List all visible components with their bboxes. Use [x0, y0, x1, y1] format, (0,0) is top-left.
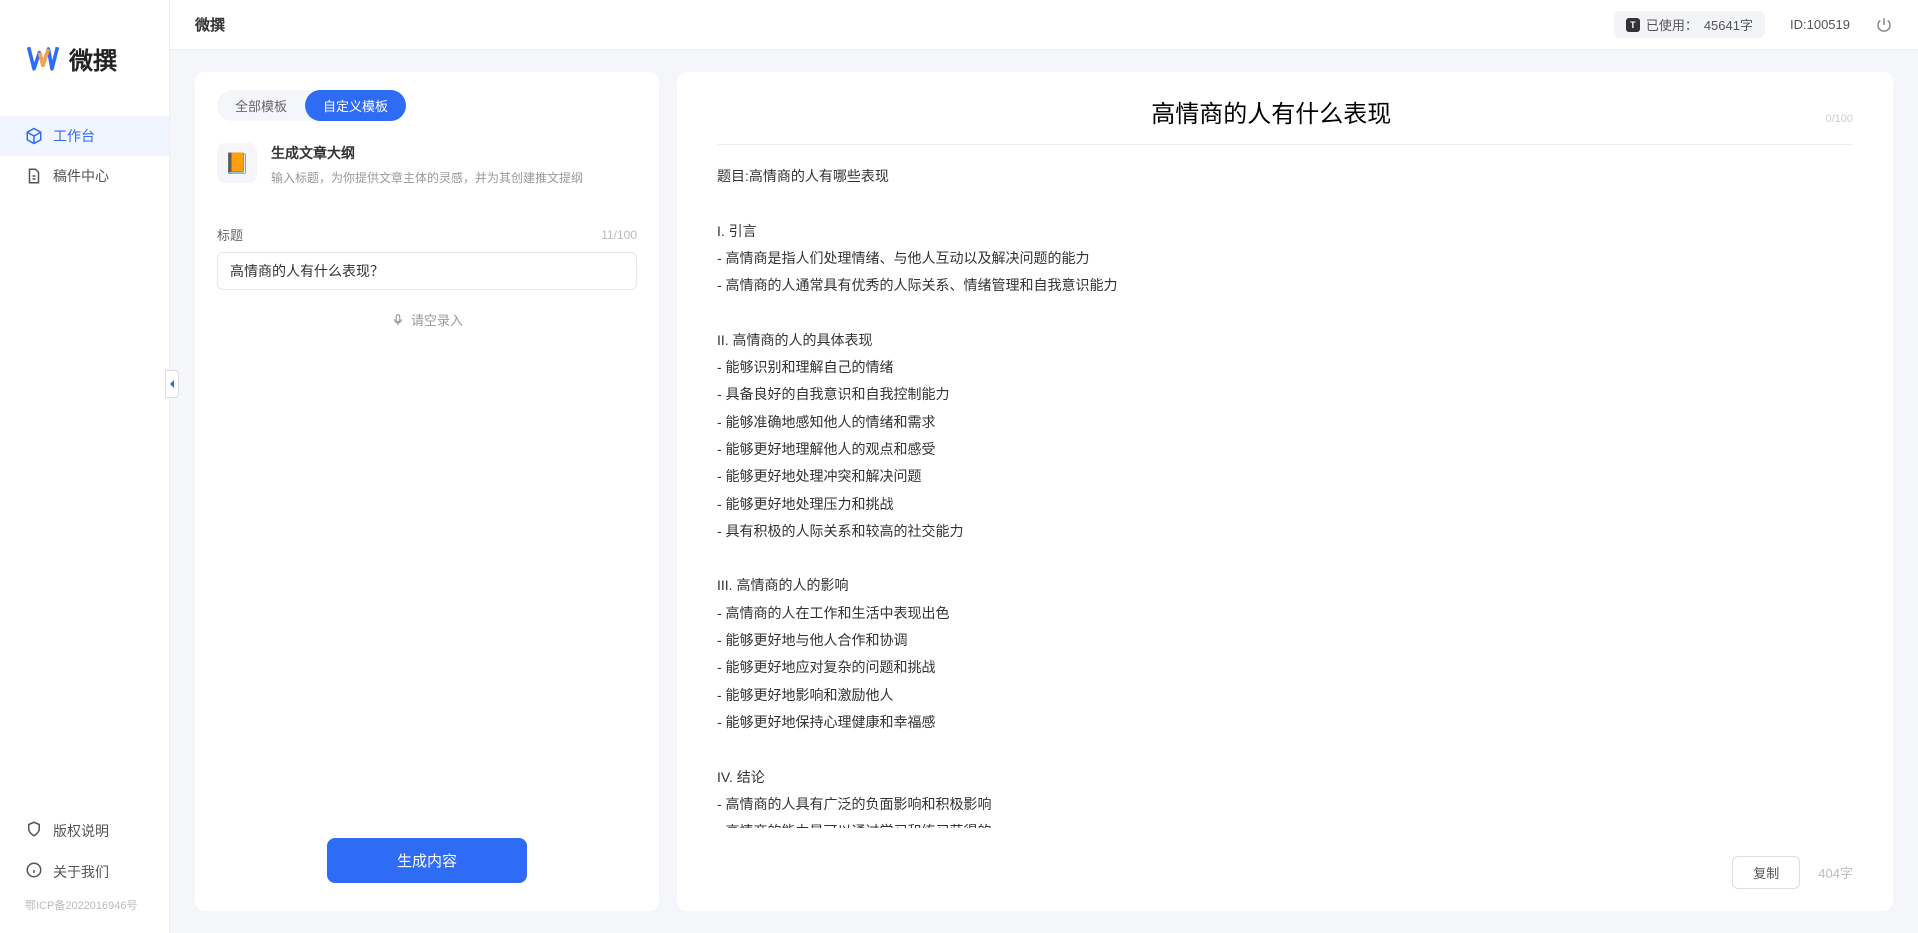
voice-input[interactable]: 请空录入 — [217, 310, 637, 329]
output-title: 高情商的人有什么表现 — [717, 94, 1825, 129]
text-icon: T — [1626, 18, 1640, 32]
logo-text: 微撰 — [69, 41, 117, 76]
power-icon[interactable] — [1875, 16, 1893, 34]
cube-icon — [25, 127, 43, 145]
output-footer: 复制 404字 — [717, 844, 1853, 889]
output-header: 高情商的人有什么表现 0/100 — [717, 94, 1853, 145]
footer-label: 关于我们 — [53, 862, 109, 882]
usage-badge[interactable]: T 已使用： 45641字 — [1614, 11, 1765, 38]
logo-icon — [25, 40, 61, 76]
title-label: 标题 — [217, 225, 243, 244]
template-desc: 输入标题，为你提供文章主体的灵感，并为其创建推文提纲 — [271, 169, 637, 187]
sidebar-collapse-handle[interactable] — [165, 370, 179, 398]
nav: 工作台 稿件中心 — [0, 106, 169, 800]
copy-button[interactable]: 复制 — [1732, 856, 1800, 889]
tab-all-templates[interactable]: 全部模板 — [217, 90, 305, 121]
sidebar: 微撰 工作台 稿件中心 版权说明 — [0, 0, 170, 933]
topbar-right: T 已使用： 45641字 ID:100519 — [1614, 11, 1893, 38]
output-top-count: 0/100 — [1825, 113, 1853, 125]
template-icon: 📙 — [217, 143, 257, 183]
shield-icon — [25, 820, 43, 841]
main: 微撰 T 已使用： 45641字 ID:100519 全部模板 自定义模板 📙 — [170, 0, 1918, 933]
page-title: 微撰 — [195, 14, 225, 35]
icp-text: 鄂ICP备2022016946号 — [0, 892, 169, 923]
sidebar-bottom: 版权说明 关于我们 鄂ICP备2022016946号 — [0, 800, 169, 933]
nav-label: 工作台 — [53, 126, 95, 146]
voice-label: 请空录入 — [411, 310, 463, 329]
title-char-count: 11/100 — [601, 228, 637, 242]
tab-custom-templates[interactable]: 自定义模板 — [305, 90, 406, 121]
usage-label: 已使用： — [1646, 15, 1698, 34]
chevron-left-icon — [168, 379, 176, 389]
content: 全部模板 自定义模板 📙 生成文章大纲 输入标题，为你提供文章主体的灵感，并为其… — [170, 50, 1918, 933]
footer-about[interactable]: 关于我们 — [0, 851, 169, 892]
template-title: 生成文章大纲 — [271, 143, 637, 163]
topbar: 微撰 T 已使用： 45641字 ID:100519 — [170, 0, 1918, 50]
panel-right: 高情商的人有什么表现 0/100 题目:高情商的人有哪些表现 I. 引言 - 高… — [677, 72, 1893, 911]
mic-icon — [391, 313, 405, 327]
output-body[interactable]: 题目:高情商的人有哪些表现 I. 引言 - 高情商是指人们处理情绪、与他人互动以… — [717, 163, 1853, 828]
word-count: 404字 — [1818, 863, 1853, 882]
generate-button[interactable]: 生成内容 — [327, 838, 527, 883]
panel-left: 全部模板 自定义模板 📙 生成文章大纲 输入标题，为你提供文章主体的灵感，并为其… — [195, 72, 659, 911]
usage-value: 45641字 — [1704, 15, 1753, 34]
info-icon — [25, 861, 43, 882]
nav-label: 稿件中心 — [53, 166, 109, 186]
user-id: ID:100519 — [1790, 17, 1850, 32]
title-input[interactable] — [217, 252, 637, 290]
doc-icon — [25, 167, 43, 185]
footer-label: 版权说明 — [53, 821, 109, 841]
tabs: 全部模板 自定义模板 — [217, 90, 406, 121]
nav-item-workbench[interactable]: 工作台 — [0, 116, 169, 156]
logo[interactable]: 微撰 — [0, 0, 169, 106]
form-group-title: 标题 11/100 — [217, 225, 637, 290]
footer-copyright[interactable]: 版权说明 — [0, 810, 169, 851]
nav-item-drafts[interactable]: 稿件中心 — [0, 156, 169, 196]
template-card: 📙 生成文章大纲 输入标题，为你提供文章主体的灵感，并为其创建推文提纲 — [217, 139, 637, 205]
